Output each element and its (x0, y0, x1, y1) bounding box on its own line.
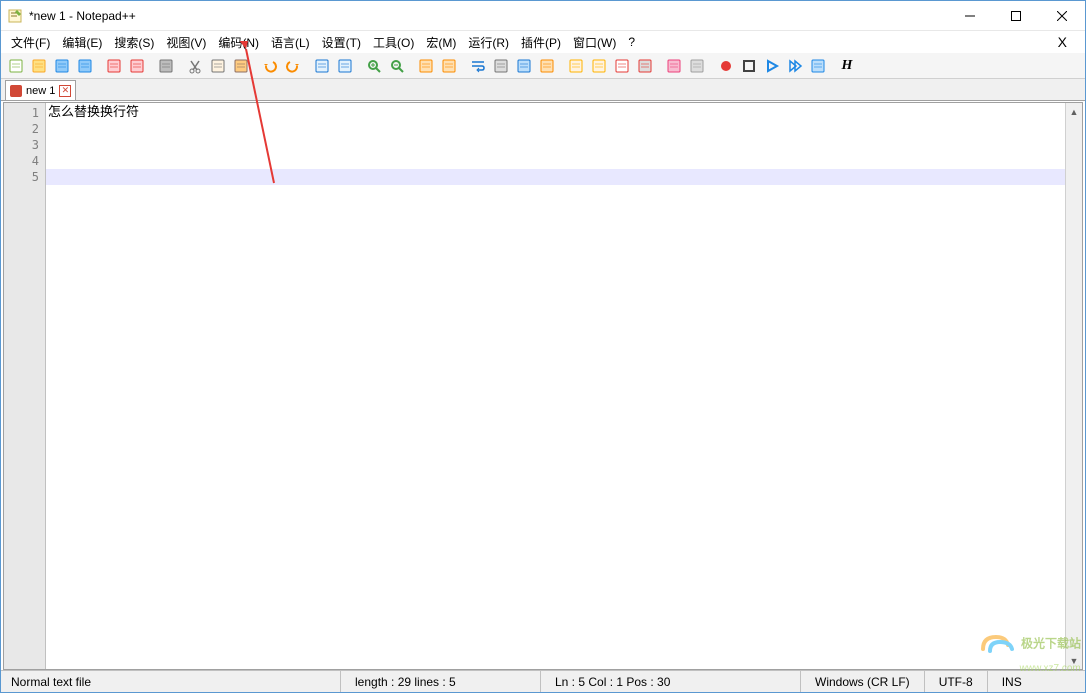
editor-textarea[interactable]: 怎么替换换行符 (46, 103, 1065, 669)
tab-modified-icon (10, 85, 22, 97)
wrap-icon[interactable] (467, 55, 489, 77)
find-icon[interactable] (311, 55, 333, 77)
tab-new1[interactable]: new 1 ✕ (5, 80, 76, 100)
menu-macro[interactable]: 宏(M) (420, 32, 462, 53)
tab-close-icon[interactable]: ✕ (59, 85, 71, 97)
status-encoding: UTF-8 (925, 671, 988, 692)
tab-label: new 1 (26, 85, 55, 97)
window-title: *new 1 - Notepad++ (29, 9, 947, 23)
sync-h-icon[interactable] (438, 55, 460, 77)
status-eol: Windows (CR LF) (801, 671, 925, 692)
line-number: 5 (4, 169, 39, 185)
status-length: length : 29 lines : 5 (341, 671, 541, 692)
folder-icon[interactable] (634, 55, 656, 77)
line-number: 4 (4, 153, 39, 169)
menu-window[interactable]: 窗口(W) (567, 32, 622, 53)
menu-help[interactable]: ? (622, 33, 641, 51)
close-button[interactable] (1039, 1, 1085, 30)
close-icon[interactable] (103, 55, 125, 77)
scroll-down-icon[interactable]: ▼ (1066, 652, 1082, 669)
playmulti-icon[interactable] (784, 55, 806, 77)
editor-line: 怎么替换换行符 (46, 105, 1065, 121)
menu-view[interactable]: 视图(V) (160, 32, 212, 53)
toolbar: H (1, 53, 1085, 79)
undo-icon[interactable] (259, 55, 281, 77)
monitor-icon[interactable] (663, 55, 685, 77)
maximize-button[interactable] (993, 1, 1039, 30)
status-position: Ln : 5 Col : 1 Pos : 30 (541, 671, 801, 692)
play-icon[interactable] (761, 55, 783, 77)
indent-icon[interactable] (513, 55, 535, 77)
saveall-icon[interactable] (74, 55, 96, 77)
open-icon[interactable] (28, 55, 50, 77)
line-gutter: 12345 (4, 103, 46, 669)
line-number: 1 (4, 105, 39, 121)
menu-edit[interactable]: 编辑(E) (56, 32, 108, 53)
record-icon[interactable] (715, 55, 737, 77)
paste-icon[interactable] (230, 55, 252, 77)
minimize-button[interactable] (947, 1, 993, 30)
menu-search[interactable]: 搜索(S) (108, 32, 160, 53)
status-filetype: Normal text file (1, 671, 341, 692)
menu-run[interactable]: 运行(R) (462, 32, 515, 53)
vertical-scrollbar[interactable]: ▲ ▼ (1065, 103, 1082, 669)
docmap-icon[interactable] (565, 55, 587, 77)
scroll-up-icon[interactable]: ▲ (1066, 103, 1082, 120)
funclist-icon[interactable] (611, 55, 633, 77)
replace-icon[interactable] (334, 55, 356, 77)
menu-encoding[interactable]: 编码(N) (212, 32, 265, 53)
editor-line (46, 137, 1065, 153)
line-number: 3 (4, 137, 39, 153)
notepadpp-window: *new 1 - Notepad++ 文件(F)编辑(E)搜索(S)视图(V)编… (0, 0, 1086, 693)
statusbar: Normal text file length : 29 lines : 5 L… (1, 670, 1085, 692)
window-buttons (947, 1, 1085, 30)
stop-icon[interactable] (738, 55, 760, 77)
menu-language[interactable]: 语言(L) (265, 32, 316, 53)
closeall-icon[interactable] (126, 55, 148, 77)
menu-file[interactable]: 文件(F) (5, 32, 56, 53)
menubar: 文件(F)编辑(E)搜索(S)视图(V)编码(N)语言(L)设置(T)工具(O)… (1, 31, 1085, 53)
cut-icon[interactable] (184, 55, 206, 77)
editor-line (46, 153, 1065, 169)
showall-icon[interactable] (490, 55, 512, 77)
menu-settings[interactable]: 设置(T) (316, 32, 367, 53)
menu-close-x[interactable]: X (1052, 34, 1073, 50)
zoomout-icon[interactable] (386, 55, 408, 77)
doclist-icon[interactable] (588, 55, 610, 77)
status-mode: INS (988, 671, 1036, 692)
menu-tools[interactable]: 工具(O) (367, 32, 420, 53)
editor-area: 12345 怎么替换换行符 ▲ ▼ (3, 102, 1083, 670)
monitor2-icon[interactable] (686, 55, 708, 77)
zoomin-icon[interactable] (363, 55, 385, 77)
editor-line (46, 121, 1065, 137)
menu-plugins[interactable]: 插件(P) (515, 32, 567, 53)
sync-v-icon[interactable] (415, 55, 437, 77)
save-icon[interactable] (51, 55, 73, 77)
tabbar: new 1 ✕ (1, 79, 1085, 101)
userlang-icon[interactable] (536, 55, 558, 77)
titlebar: *new 1 - Notepad++ (1, 1, 1085, 31)
print-icon[interactable] (155, 55, 177, 77)
line-number: 2 (4, 121, 39, 137)
savemacro-icon[interactable] (807, 55, 829, 77)
new-icon[interactable] (5, 55, 27, 77)
copy-icon[interactable] (207, 55, 229, 77)
bold-icon[interactable]: H (836, 55, 858, 77)
app-icon (7, 8, 23, 24)
redo-icon[interactable] (282, 55, 304, 77)
editor-line (46, 169, 1065, 185)
